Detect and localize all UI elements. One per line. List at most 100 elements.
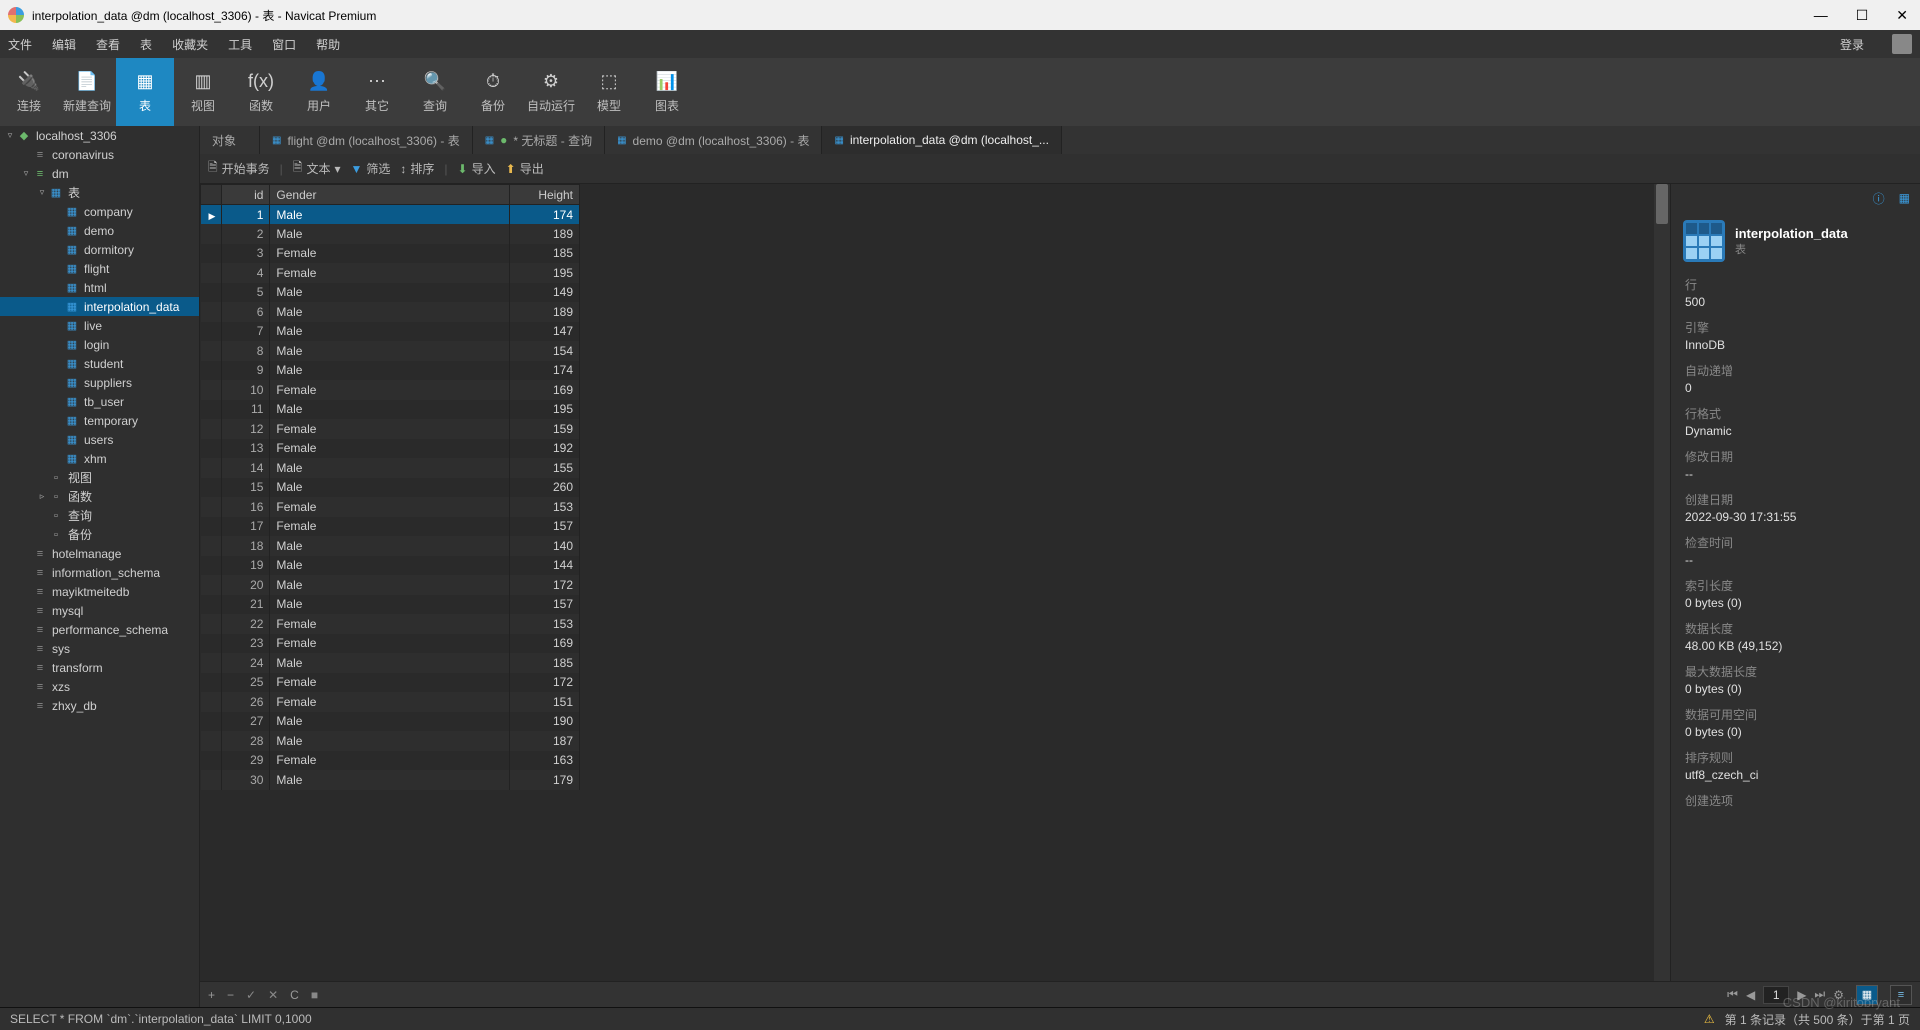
prev-page-button[interactable]: ◀ xyxy=(1746,988,1755,1002)
add-row-button[interactable]: + xyxy=(208,988,215,1002)
tree-item-temporary[interactable]: ▦temporary xyxy=(0,411,199,430)
tree-item-dm[interactable]: ▿≡dm xyxy=(0,164,199,183)
maximize-button[interactable]: ☐ xyxy=(1856,7,1869,24)
first-page-button[interactable]: ⏮ xyxy=(1727,987,1738,1002)
tree-item-localhost_3306[interactable]: ▿◆localhost_3306 xyxy=(0,126,199,145)
table-row[interactable]: 25Female172 xyxy=(201,673,580,693)
tab-demo @dm (localhost_[interactable]: ▦demo @dm (localhost_3306) - 表 xyxy=(605,126,822,154)
refresh-button[interactable]: C xyxy=(290,988,299,1002)
toolbar-新建查询[interactable]: 📄新建查询 xyxy=(58,58,116,126)
minimize-button[interactable]: — xyxy=(1814,7,1828,24)
table-row[interactable]: 1Male174 xyxy=(201,205,580,225)
last-page-button[interactable]: ⏭ xyxy=(1814,987,1825,1002)
toolbar-表[interactable]: ▦表 xyxy=(116,58,174,126)
settings-icon[interactable]: ⚙ xyxy=(1833,988,1844,1002)
toolbar-视图[interactable]: ▥视图 xyxy=(174,58,232,126)
table-row[interactable]: 26Female151 xyxy=(201,692,580,712)
menu-help[interactable]: 帮助 xyxy=(316,36,340,53)
table-row[interactable]: 7Male147 xyxy=(201,322,580,342)
column-header-height[interactable]: Height xyxy=(510,185,580,205)
menu-edit[interactable]: 编辑 xyxy=(52,36,76,53)
tree-item-xhm[interactable]: ▦xhm xyxy=(0,449,199,468)
table-row[interactable]: 21Male157 xyxy=(201,595,580,615)
table-row[interactable]: 24Male185 xyxy=(201,653,580,673)
tree-item-xzs[interactable]: ≡xzs xyxy=(0,677,199,696)
tree-item-performance_schema[interactable]: ≡performance_schema xyxy=(0,620,199,639)
table-row[interactable]: 23Female169 xyxy=(201,634,580,654)
table-row[interactable]: 29Female163 xyxy=(201,751,580,771)
stop-button[interactable]: ■ xyxy=(311,988,318,1002)
tab-对象[interactable]: 对象 xyxy=(200,126,260,154)
connection-tree[interactable]: ▿◆localhost_3306≡coronavirus▿≡dm▿▦表▦comp… xyxy=(0,126,200,1007)
delete-row-button[interactable]: − xyxy=(227,988,234,1002)
tree-item-flight[interactable]: ▦flight xyxy=(0,259,199,278)
table-row[interactable]: 17Female157 xyxy=(201,517,580,537)
tree-item-users[interactable]: ▦users xyxy=(0,430,199,449)
table-row[interactable]: 22Female153 xyxy=(201,614,580,634)
tree-item-html[interactable]: ▦html xyxy=(0,278,199,297)
table-row[interactable]: 18Male140 xyxy=(201,536,580,556)
sort-button[interactable]: ↕排序 xyxy=(400,160,434,177)
table-row[interactable]: 20Male172 xyxy=(201,575,580,595)
table-row[interactable]: 11Male195 xyxy=(201,400,580,420)
tree-item-函数[interactable]: ▹▫函数 xyxy=(0,487,199,506)
table-row[interactable]: 12Female159 xyxy=(201,419,580,439)
table-row[interactable]: 8Male154 xyxy=(201,341,580,361)
tree-item-mysql[interactable]: ≡mysql xyxy=(0,601,199,620)
tree-item-mayiktmeitedb[interactable]: ≡mayiktmeitedb xyxy=(0,582,199,601)
filter-button[interactable]: ▼筛选 xyxy=(351,160,391,177)
table-row[interactable]: 6Male189 xyxy=(201,302,580,322)
toolbar-备份[interactable]: ⏱备份 xyxy=(464,58,522,126)
tree-item-tb_user[interactable]: ▦tb_user xyxy=(0,392,199,411)
menu-view[interactable]: 查看 xyxy=(96,36,120,53)
data-grid[interactable]: id Gender Height 1Male1742Male1893Female… xyxy=(200,184,1654,981)
menu-tools[interactable]: 工具 xyxy=(228,36,252,53)
menu-table[interactable]: 表 xyxy=(140,36,152,53)
tree-item-dormitory[interactable]: ▦dormitory xyxy=(0,240,199,259)
table-row[interactable]: 4Female195 xyxy=(201,263,580,283)
tab-interpolation_data @[interactable]: ▦interpolation_data @dm (localhost_... xyxy=(822,126,1061,154)
table-row[interactable]: 5Male149 xyxy=(201,283,580,303)
export-button[interactable]: ⬆导出 xyxy=(506,160,544,177)
tree-item-suppliers[interactable]: ▦suppliers xyxy=(0,373,199,392)
tree-item-sys[interactable]: ≡sys xyxy=(0,639,199,658)
tree-item-interpolation_data[interactable]: ▦interpolation_data xyxy=(0,297,199,316)
form-view-button[interactable]: ≡ xyxy=(1890,985,1912,1005)
toolbar-连接[interactable]: 🔌连接 xyxy=(0,58,58,126)
tree-item-视图[interactable]: ▫视图 xyxy=(0,468,199,487)
tree-item-demo[interactable]: ▦demo xyxy=(0,221,199,240)
table-row[interactable]: 13Female192 xyxy=(201,439,580,459)
tree-item-表[interactable]: ▿▦表 xyxy=(0,183,199,202)
table-row[interactable]: 28Male187 xyxy=(201,731,580,751)
table-row[interactable]: 9Male174 xyxy=(201,361,580,381)
toolbar-图表[interactable]: 📊图表 xyxy=(638,58,696,126)
tree-item-student[interactable]: ▦student xyxy=(0,354,199,373)
commit-button[interactable]: ✓ xyxy=(246,988,256,1002)
tree-item-hotelmanage[interactable]: ≡hotelmanage xyxy=(0,544,199,563)
column-header-id[interactable]: id xyxy=(222,185,270,205)
next-page-button[interactable]: ▶ xyxy=(1797,988,1806,1002)
table-row[interactable]: 15Male260 xyxy=(201,478,580,498)
info-icon[interactable]: ⓘ xyxy=(1873,190,1885,207)
table-row[interactable]: 14Male155 xyxy=(201,458,580,478)
cancel-button[interactable]: ✕ xyxy=(268,988,278,1002)
tree-item-coronavirus[interactable]: ≡coronavirus xyxy=(0,145,199,164)
menu-window[interactable]: 窗口 xyxy=(272,36,296,53)
column-header-gender[interactable]: Gender xyxy=(270,185,510,205)
login-link[interactable]: 登录 xyxy=(1840,36,1864,53)
table-row[interactable]: 19Male144 xyxy=(201,556,580,576)
toolbar-模型[interactable]: ⬚模型 xyxy=(580,58,638,126)
grid-view-button[interactable]: ▦ xyxy=(1856,985,1878,1005)
page-input[interactable] xyxy=(1763,986,1789,1004)
toolbar-其它[interactable]: ⋯其它 xyxy=(348,58,406,126)
close-button[interactable]: ✕ xyxy=(1896,7,1908,24)
toolbar-函数[interactable]: f(x)函数 xyxy=(232,58,290,126)
menu-file[interactable]: 文件 xyxy=(8,36,32,53)
tab-* 无标题 - 查询[interactable]: ▦●* 无标题 - 查询 xyxy=(473,126,605,154)
tree-item-live[interactable]: ▦live xyxy=(0,316,199,335)
tree-item-transform[interactable]: ≡transform xyxy=(0,658,199,677)
vertical-scrollbar[interactable] xyxy=(1654,184,1670,981)
table-row[interactable]: 2Male189 xyxy=(201,224,580,244)
toolbar-用户[interactable]: 👤用户 xyxy=(290,58,348,126)
text-button[interactable]: 🗎文本 ▾ xyxy=(293,158,341,179)
